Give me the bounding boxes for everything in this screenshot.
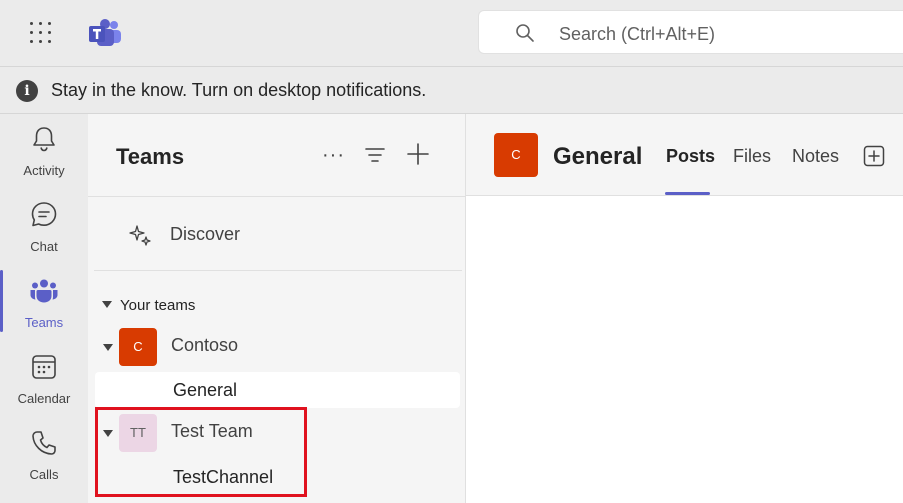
- rail-label: Calendar: [17, 391, 71, 406]
- section-label[interactable]: Your teams: [120, 297, 195, 314]
- phone-icon: [32, 431, 56, 455]
- teams-logo-icon: [89, 19, 121, 46]
- active-tab-indicator: [665, 192, 710, 195]
- sparkle-icon: [129, 225, 151, 246]
- team-row-contoso[interactable]: C Contoso: [94, 325, 460, 369]
- teams-icon: [30, 279, 58, 303]
- channel-view: C General Posts Files Notes: [466, 114, 903, 503]
- channel-name: General: [173, 380, 238, 400]
- rail-label: Calls: [29, 467, 59, 482]
- channel-title: General: [553, 143, 643, 170]
- rail-item-chat[interactable]: Chat: [0, 190, 88, 266]
- team-avatar: C: [119, 328, 157, 366]
- channel-avatar: C: [494, 133, 538, 177]
- app-launcher-icon[interactable]: [30, 22, 54, 46]
- highlight-box: [95, 407, 307, 497]
- filter-icon[interactable]: [365, 146, 385, 164]
- caret-down-icon[interactable]: [102, 301, 112, 308]
- pane-title: Teams: [116, 144, 185, 169]
- tab-notes[interactable]: Notes: [792, 146, 839, 167]
- rail-item-activity[interactable]: Activity: [0, 114, 88, 190]
- notification-text[interactable]: Stay in the know. Turn on desktop notifi…: [51, 80, 426, 101]
- notification-banner: i Stay in the know. Turn on desktop noti…: [0, 66, 903, 114]
- divider: [88, 196, 466, 197]
- discover-label: Discover: [170, 224, 241, 244]
- caret-down-icon[interactable]: [103, 344, 113, 351]
- add-tab-icon[interactable]: [863, 145, 885, 167]
- top-bar: Search (Ctrl+Alt+E): [0, 0, 903, 66]
- rail-label: Chat: [30, 239, 58, 254]
- more-options-icon[interactable]: ···: [322, 144, 345, 167]
- chat-icon: [31, 202, 57, 227]
- rail-item-teams[interactable]: Teams: [0, 266, 88, 342]
- search-icon: [516, 24, 534, 42]
- tab-files[interactable]: Files: [733, 146, 771, 167]
- channel-header: C General Posts Files Notes: [466, 114, 903, 196]
- tab-posts[interactable]: Posts: [666, 146, 715, 167]
- search-box[interactable]: Search (Ctrl+Alt+E): [478, 10, 903, 54]
- channel-row-general[interactable]: General: [95, 372, 460, 408]
- app-rail: Activity Chat Teams Calendar Calls: [0, 114, 88, 503]
- team-name: Contoso: [171, 335, 239, 355]
- rail-label: Teams: [24, 315, 64, 330]
- bell-icon: [33, 127, 55, 152]
- calendar-icon: [32, 355, 56, 379]
- search-input[interactable]: Search (Ctrl+Alt+E): [559, 24, 715, 45]
- teams-list-pane: Teams ··· Discover Your teams C Contoso …: [88, 114, 466, 503]
- rail-item-calls[interactable]: Calls: [0, 418, 88, 494]
- info-icon: i: [16, 80, 38, 102]
- rail-label: Activity: [23, 163, 65, 178]
- plus-icon[interactable]: [406, 142, 430, 166]
- divider: [94, 270, 462, 271]
- rail-item-calendar[interactable]: Calendar: [0, 342, 88, 418]
